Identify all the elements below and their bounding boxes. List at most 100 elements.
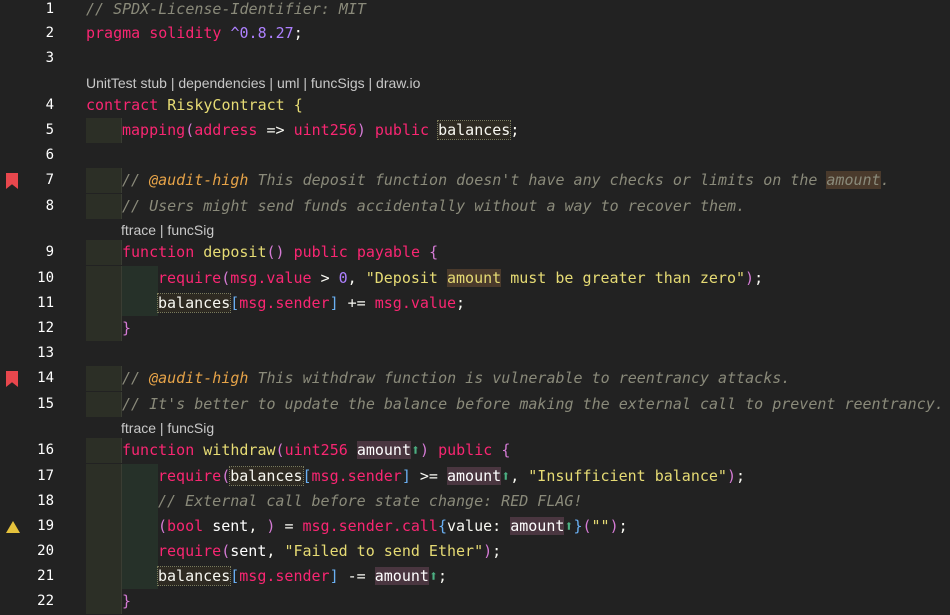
- bookmark-icon[interactable]: [6, 371, 22, 387]
- code-line-7[interactable]: 7 // @audit-high This deposit function d…: [0, 168, 950, 193]
- indent-guide: [122, 489, 158, 514]
- paren: (: [185, 121, 195, 139]
- paren: (: [221, 467, 231, 485]
- code-line-22[interactable]: 22 }: [0, 589, 950, 614]
- brace: {: [501, 441, 511, 459]
- function-name: withdraw: [203, 441, 276, 459]
- code-line-20[interactable]: 20 require(sent, "Failed to send Ether")…: [0, 539, 950, 564]
- line-number: 11: [37, 295, 54, 311]
- paren: ): [275, 243, 285, 261]
- code-line-13[interactable]: 13: [0, 341, 950, 366]
- line-number: 17: [37, 468, 54, 484]
- keyword: function: [122, 441, 195, 459]
- keyword: function: [122, 243, 195, 261]
- paren: ): [356, 121, 366, 139]
- line-number: 15: [37, 396, 54, 412]
- brace: }: [122, 592, 132, 610]
- punctuation: ;: [492, 542, 502, 560]
- builtin-call: require: [158, 269, 222, 287]
- line-number: 18: [37, 493, 54, 509]
- type: bool: [167, 517, 204, 535]
- comment-prefix: //: [122, 369, 150, 387]
- global-variable: msg.sender: [239, 294, 330, 312]
- indent-guide: [86, 266, 122, 291]
- indent-guide: [122, 266, 158, 291]
- code-line-19[interactable]: 19 (bool sent, ) = msg.sender.call{value…: [0, 514, 950, 539]
- code-text: pragma solidity ^0.8.27;: [86, 21, 303, 46]
- builtin-call: require: [158, 542, 222, 560]
- indent-guide: [86, 539, 122, 564]
- code-line-11[interactable]: 11 balances[msg.sender] += msg.value;: [0, 291, 950, 316]
- comment: // SPDX-License-Identifier: MIT: [86, 0, 366, 18]
- code-text: // It's better to update the balance bef…: [86, 392, 944, 417]
- code-line-8[interactable]: 8 // Users might send funds accidentally…: [0, 194, 950, 219]
- local-variable: sent: [212, 517, 249, 535]
- indent-guide: [122, 539, 158, 564]
- code-line-12[interactable]: 12 }: [0, 316, 950, 341]
- code-text: contract RiskyContract {: [86, 93, 303, 118]
- code-line-1[interactable]: 1 // SPDX-License-Identifier: MIT: [0, 0, 950, 22]
- code-line-16[interactable]: 16 function withdraw(uint256 amount⬆) pu…: [0, 438, 950, 463]
- code-line-18[interactable]: 18 // External call before state change:…: [0, 489, 950, 514]
- code-text: require(msg.value > 0, "Deposit amount m…: [86, 266, 763, 291]
- indent-guide: [86, 316, 122, 341]
- warning-icon[interactable]: [6, 519, 22, 535]
- code-line-6[interactable]: 6: [0, 143, 950, 168]
- contract-name: RiskyContract: [167, 96, 285, 114]
- line-number: 2: [45, 25, 54, 41]
- comment-text: This deposit function doesn't have any c…: [248, 171, 827, 189]
- code-editor[interactable]: 1 // SPDX-License-Identifier: MIT 2 prag…: [0, 0, 950, 615]
- line-number: 21: [37, 568, 54, 584]
- code-line-15[interactable]: 15 // It's better to update the balance …: [0, 392, 950, 417]
- punctuation: ;: [510, 121, 520, 139]
- indent-guide: [86, 366, 122, 391]
- arrow-up-icon: ⬆: [501, 467, 511, 485]
- code-text: // SPDX-License-Identifier: MIT: [86, 0, 366, 22]
- paren: (: [582, 517, 592, 535]
- bracket: ]: [401, 467, 411, 485]
- code-line-17[interactable]: 17 require(balances[msg.sender] >= amoun…: [0, 464, 950, 489]
- bracket: [: [302, 467, 312, 485]
- code-line-14[interactable]: 14 // @audit-high This withdraw function…: [0, 366, 950, 391]
- code-line-21[interactable]: 21 balances[msg.sender] -= amount⬆;: [0, 564, 950, 589]
- local-variable: sent: [230, 542, 267, 560]
- code-line-3[interactable]: 3: [0, 46, 950, 71]
- line-number: 19: [37, 518, 54, 534]
- code-line-4[interactable]: 4 contract RiskyContract {: [0, 93, 950, 118]
- code-line-5[interactable]: 5 mapping(address => uint256) public bal…: [0, 118, 950, 143]
- indent-guide: [86, 438, 122, 463]
- global-variable: msg.value: [374, 294, 457, 312]
- global-variable: msg.value: [230, 269, 312, 287]
- brace: {: [429, 243, 439, 261]
- global-variable: msg.sender: [239, 567, 330, 585]
- line-number: 6: [45, 147, 54, 163]
- code-lens-contract[interactable]: UnitTest stub | dependencies | uml | fun…: [86, 72, 420, 94]
- paren: (: [221, 542, 231, 560]
- brace: {: [293, 96, 303, 114]
- indent-guide: [122, 464, 158, 489]
- paren: ): [726, 467, 736, 485]
- line-number: 10: [37, 270, 54, 286]
- punctuation: ;: [736, 467, 746, 485]
- code-text: require(sent, "Failed to send Ether");: [86, 539, 501, 564]
- parameter: amount: [447, 467, 502, 485]
- indent-guide: [122, 564, 158, 589]
- paren: ): [266, 517, 276, 535]
- brace: {: [437, 517, 447, 535]
- code-line-2[interactable]: 2 pragma solidity ^0.8.27;: [0, 21, 950, 46]
- code-line-9[interactable]: 9 function deposit() public payable {: [0, 240, 950, 265]
- keyword: contract: [86, 96, 159, 114]
- paren: ): [609, 517, 619, 535]
- code-lens-deposit[interactable]: ftrace | funcSig: [121, 219, 214, 241]
- bookmark-icon[interactable]: [6, 173, 22, 189]
- code-line-10[interactable]: 10 require(msg.value > 0, "Deposit amoun…: [0, 266, 950, 291]
- code-lens-withdraw[interactable]: ftrace | funcSig: [121, 417, 214, 439]
- builtin-call: require: [158, 467, 222, 485]
- comment-text: This withdraw function is vulnerable to …: [248, 369, 791, 387]
- string-literal: "": [591, 517, 610, 535]
- version-literal: ^0.8.27: [230, 24, 294, 42]
- parameter: amount: [356, 441, 411, 459]
- code-text: // @audit-high This deposit function doe…: [86, 168, 890, 193]
- code-text: (bool sent, ) = msg.sender.call{value: a…: [86, 514, 628, 539]
- comment: // It's better to update the balance bef…: [122, 395, 944, 413]
